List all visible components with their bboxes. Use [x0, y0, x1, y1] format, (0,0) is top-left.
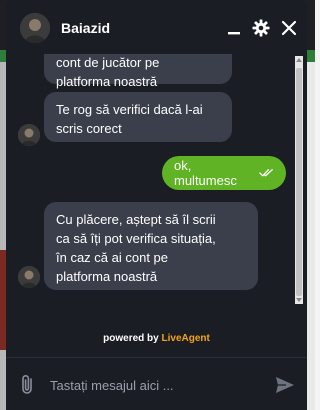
- message-list[interactable]: cont de jucător pe platforma noastră Te …: [6, 54, 307, 316]
- send-button[interactable]: [274, 374, 296, 396]
- paperclip-icon: [22, 375, 32, 394]
- chat-widget: Baiazid cont de jucător pe platforma noa…: [6, 0, 307, 410]
- incoming-message: Cu plăcere, aștept să îl scrii ca să îți…: [44, 202, 258, 290]
- agent-name: Baiazid: [61, 20, 111, 36]
- agent-message-avatar: [18, 266, 40, 288]
- message-line: ca să îți pot verifica situația,: [56, 231, 216, 246]
- powered-by[interactable]: powered by LiveAgent: [6, 333, 307, 344]
- send-icon: [276, 377, 294, 393]
- outgoing-message: ok, multumesc: [162, 156, 286, 190]
- message-composer: [6, 357, 307, 410]
- minimize-button[interactable]: [224, 18, 244, 38]
- agent-message-avatar: [18, 124, 40, 146]
- message-line: în caz că ai cont pe: [56, 250, 169, 265]
- attach-button[interactable]: [18, 374, 38, 396]
- message-line: scris corect: [56, 121, 122, 136]
- message-line: Cu plăcere, aștept să îl scrii: [56, 212, 216, 227]
- settings-button[interactable]: [251, 18, 271, 38]
- scroll-up-icon[interactable]: [296, 57, 302, 63]
- gear-icon: [252, 19, 270, 37]
- message-line: Te rog să verifici dacă l-ai: [56, 102, 203, 117]
- agent-avatar: [20, 13, 50, 43]
- close-button[interactable]: [279, 18, 299, 38]
- double-check-icon: [259, 169, 273, 177]
- message-input[interactable]: [50, 372, 260, 398]
- scrollbar-thumb[interactable]: [296, 68, 302, 296]
- powered-by-text: powered by: [103, 333, 159, 344]
- incoming-message: cont de jucător pe platforma noastră: [44, 54, 232, 89]
- brand-link[interactable]: LiveAgent: [162, 333, 210, 344]
- incoming-message: Te rog să verifici dacă l-ai scris corec…: [44, 92, 232, 142]
- scroll-down-icon[interactable]: [296, 297, 302, 303]
- message-line: ok, multumesc: [174, 158, 237, 188]
- chat-header: Baiazid: [6, 0, 307, 54]
- message-line: cont de jucător pe: [56, 55, 160, 70]
- message-line: platforma noastră: [56, 269, 158, 284]
- close-icon: [281, 20, 297, 36]
- minimize-icon: [228, 32, 240, 35]
- message-line: platforma noastră: [56, 74, 158, 89]
